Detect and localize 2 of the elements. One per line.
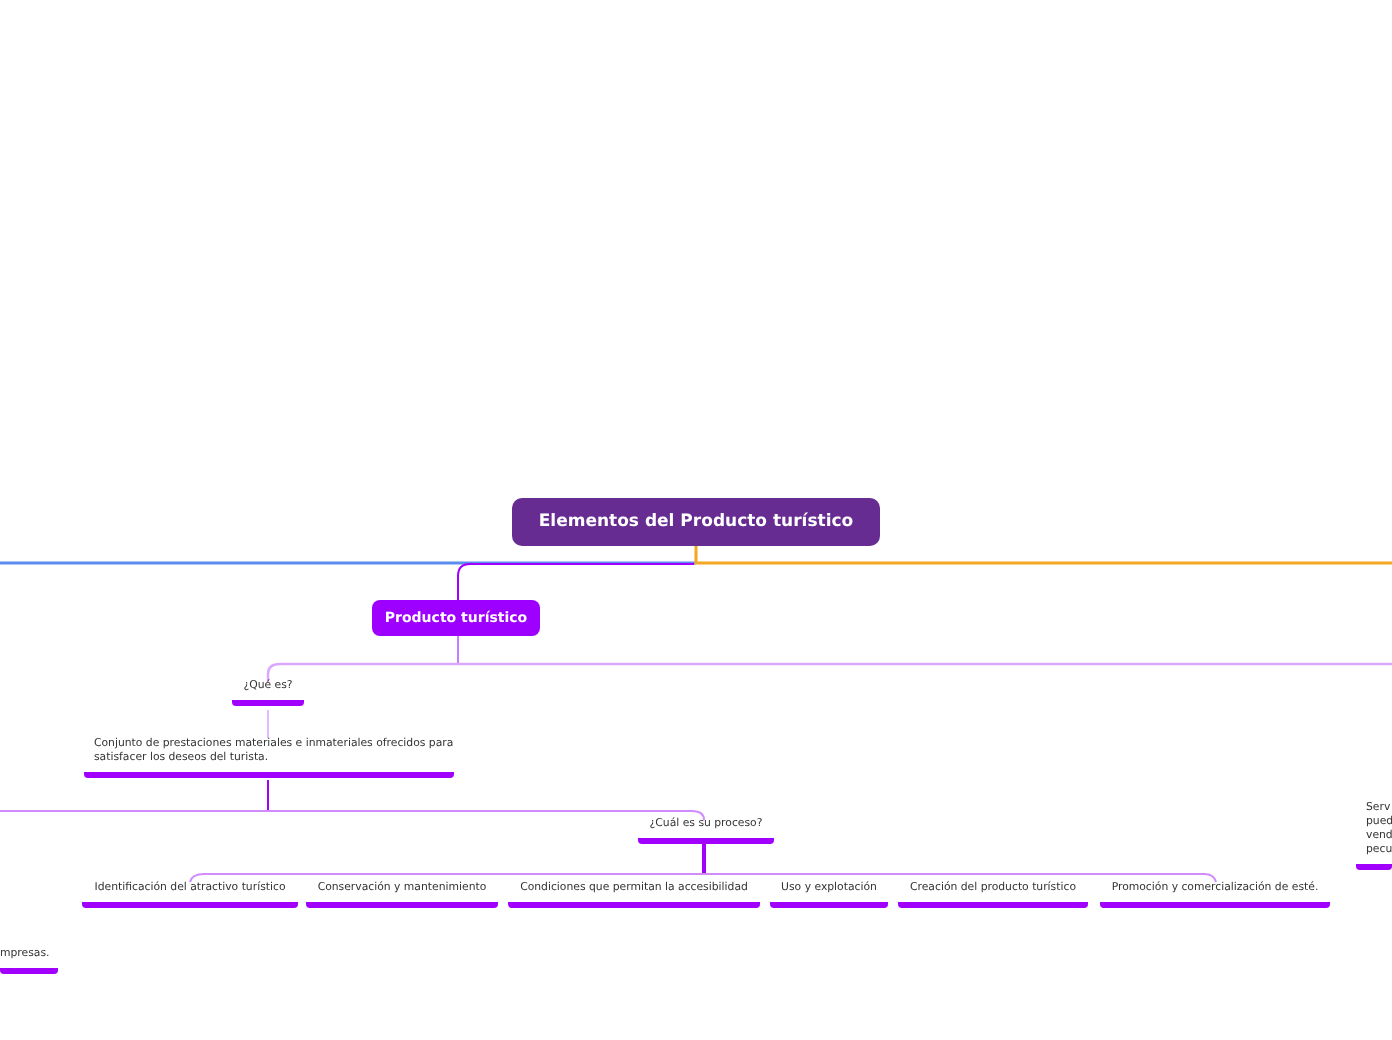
central-topic[interactable]: Elementos del Producto turístico [512, 498, 880, 546]
connector-line [267, 709, 269, 739]
